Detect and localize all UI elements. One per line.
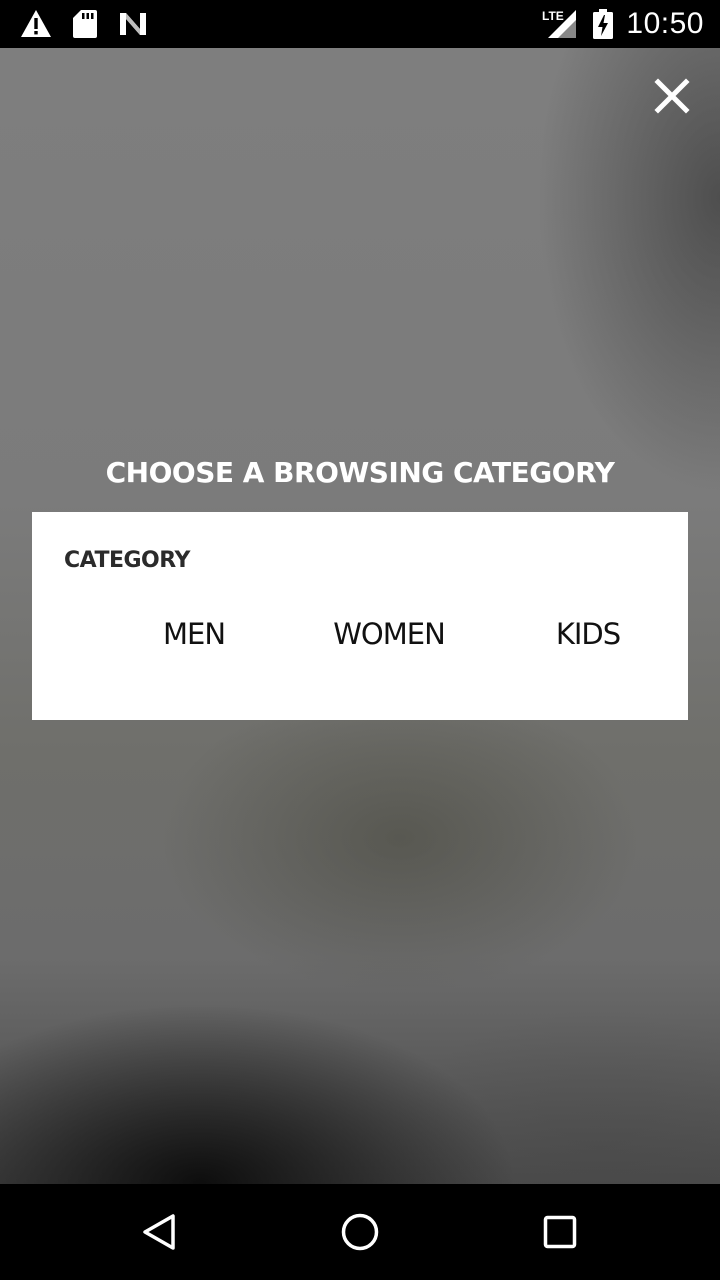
back-icon [143,1214,175,1250]
category-option-kids[interactable]: KIDS [518,610,658,658]
clock: 10:50 [626,7,704,40]
lte-signal-icon: LTE [540,8,580,40]
category-label: CATEGORY [64,548,190,573]
home-icon [341,1213,379,1251]
category-option-women[interactable]: WOMEN [314,610,464,658]
recents-icon [543,1215,577,1249]
home-button[interactable] [336,1208,384,1256]
category-card: CATEGORY MEN WOMEN KIDS [32,512,688,720]
category-options: MEN WOMEN KIDS [64,610,654,658]
category-option-men[interactable]: MEN [126,610,262,658]
battery-charging-icon [592,8,614,40]
system-status: LTE 10:50 [540,7,704,40]
svg-text:LTE: LTE [542,9,564,23]
n-logo-icon [118,11,148,37]
close-icon [654,78,690,114]
notification-icons [20,8,148,40]
status-bar: LTE 10:50 [0,0,720,48]
close-button[interactable] [648,72,696,120]
sd-card-icon [72,9,98,39]
screen: LTE 10:50 CHOOSE A BROWSING CATEGORY CAT… [0,0,720,1280]
navigation-bar [0,1184,720,1280]
back-button[interactable] [136,1208,184,1256]
alert-icon [20,9,52,39]
recents-button[interactable] [536,1208,584,1256]
dialog-heading: CHOOSE A BROWSING CATEGORY [105,456,615,489]
